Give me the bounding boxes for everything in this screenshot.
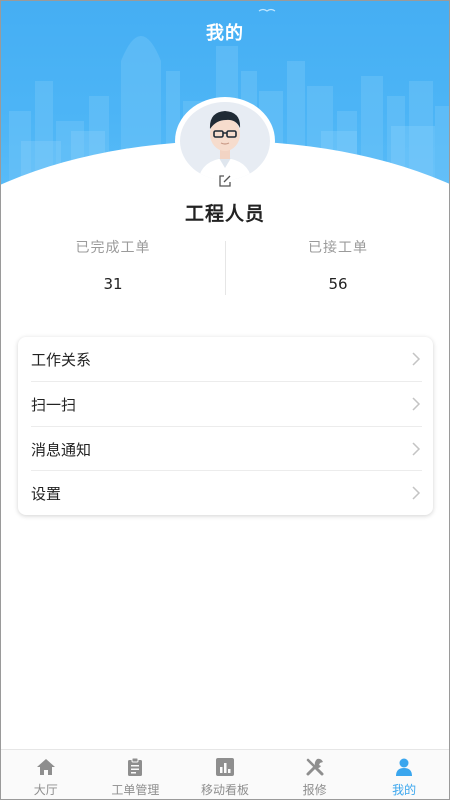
chevron-right-icon	[412, 486, 421, 500]
person-icon	[396, 758, 413, 776]
settings-menu: 工作关系 扫一扫 消息通知 设置	[18, 337, 433, 515]
menu-item-notifications[interactable]: 消息通知	[18, 427, 433, 471]
tab-label: 移动看板	[200, 783, 249, 797]
avatar[interactable]	[177, 99, 273, 183]
menu-item-settings[interactable]: 设置	[18, 471, 433, 515]
page-title: 我的	[206, 23, 244, 44]
stat-value: 56	[328, 275, 348, 293]
order-stats: 已完成工单 31 已接工单 56	[1, 237, 449, 297]
menu-item-label: 消息通知	[31, 441, 92, 459]
home-icon	[36, 759, 55, 775]
edit-icon[interactable]	[218, 174, 232, 188]
tab-order-management[interactable]: 工单管理	[91, 750, 181, 799]
chart-icon	[215, 758, 234, 776]
tab-mine[interactable]: 我的	[359, 750, 449, 799]
bottom-tab-bar: 大厅 工单管理 移动看板 报修 我的	[1, 749, 449, 799]
user-name: 工程人员	[184, 203, 265, 225]
tab-hall[interactable]: 大厅	[1, 750, 91, 799]
tab-label: 工单管理	[111, 783, 160, 797]
stat-completed-orders[interactable]: 已完成工单 31	[1, 237, 225, 293]
tab-label: 大厅	[33, 783, 58, 797]
user-avatar-glasses-icon	[180, 102, 270, 180]
tab-repair[interactable]: 报修	[270, 750, 360, 799]
menu-item-label: 工作关系	[31, 351, 92, 369]
tab-mobile-board[interactable]: 移动看板	[180, 750, 270, 799]
menu-item-label: 设置	[31, 485, 62, 503]
stat-accepted-orders[interactable]: 已接工单 56	[226, 237, 449, 293]
tab-label: 我的	[392, 783, 417, 797]
stat-value: 31	[103, 275, 123, 293]
menu-item-work-relations[interactable]: 工作关系	[18, 337, 433, 381]
menu-item-label: 扫一扫	[31, 396, 77, 414]
menu-item-scan[interactable]: 扫一扫	[18, 382, 433, 426]
stat-label: 已接工单	[308, 240, 368, 256]
clipboard-icon	[128, 757, 143, 776]
app-screen: 我的 工程人员 已完成工单 31 已接工单 56 工作关系 扫一扫 消息通知 设…	[0, 0, 450, 800]
stat-label: 已完成工单	[75, 240, 151, 256]
tab-label: 报修	[302, 783, 327, 797]
tools-icon	[306, 758, 324, 776]
chevron-right-icon	[412, 352, 421, 366]
chevron-right-icon	[412, 442, 421, 456]
chevron-right-icon	[412, 397, 421, 411]
